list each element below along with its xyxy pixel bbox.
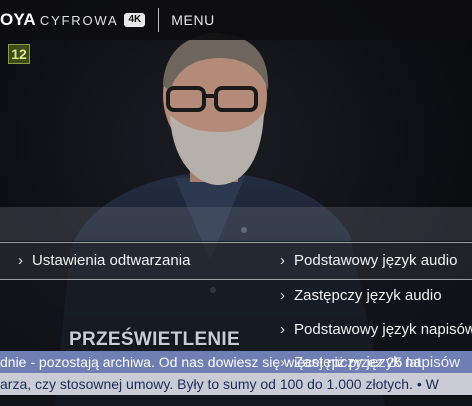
menu-overlay-band — [0, 207, 472, 241]
menu-item-playback-settings[interactable]: › Ustawienia odtwarzania — [18, 252, 190, 269]
menu-button[interactable]: MENU — [171, 12, 215, 28]
brand-logo-name: CYFROWA — [39, 12, 119, 28]
submenu-item-secondary-audio[interactable]: › Zastępczy język audio — [280, 287, 442, 304]
brand-4k-badge: 4K — [124, 13, 146, 27]
news-ticker-bottom-text: arza, czy stosownej umowy. Były to sumy … — [0, 376, 439, 392]
submenu-item-label: Zastępczy język audio — [294, 287, 442, 304]
topbar-divider — [158, 8, 160, 32]
submenu-item-label: Podstawowy język napisów — [294, 321, 472, 338]
chevron-right-icon: › — [280, 354, 285, 371]
chevron-right-icon: › — [280, 252, 285, 269]
brand-logo: OYA CYFROWA 4K — [0, 10, 146, 30]
news-ticker-bottom: arza, czy stosownej umowy. Były to sumy … — [0, 373, 472, 395]
chevron-right-icon: › — [280, 321, 285, 338]
submenu-item-primary-audio[interactable]: › Podstawowy język audio — [280, 252, 457, 269]
brand-logo-text: OYA — [0, 10, 36, 29]
submenu-item-label: Podstawowy język audio — [294, 252, 458, 269]
chevron-right-icon: › — [280, 287, 285, 304]
chevron-right-icon: › — [18, 252, 23, 269]
show-title: PRZEŚWIETLENIE — [69, 329, 240, 350]
submenu-item-label: Zastępczy język napisów — [294, 354, 460, 371]
submenu-item-primary-subtitles[interactable]: › Podstawowy język napisów — [280, 321, 472, 338]
submenu-item-secondary-subtitles[interactable]: › Zastępczy język napisów — [280, 354, 460, 371]
age-rating-badge: 12 — [8, 44, 30, 64]
top-bar: OYA CYFROWA 4K MENU — [0, 0, 472, 40]
menu-item-label: Ustawienia odtwarzania — [32, 252, 191, 269]
